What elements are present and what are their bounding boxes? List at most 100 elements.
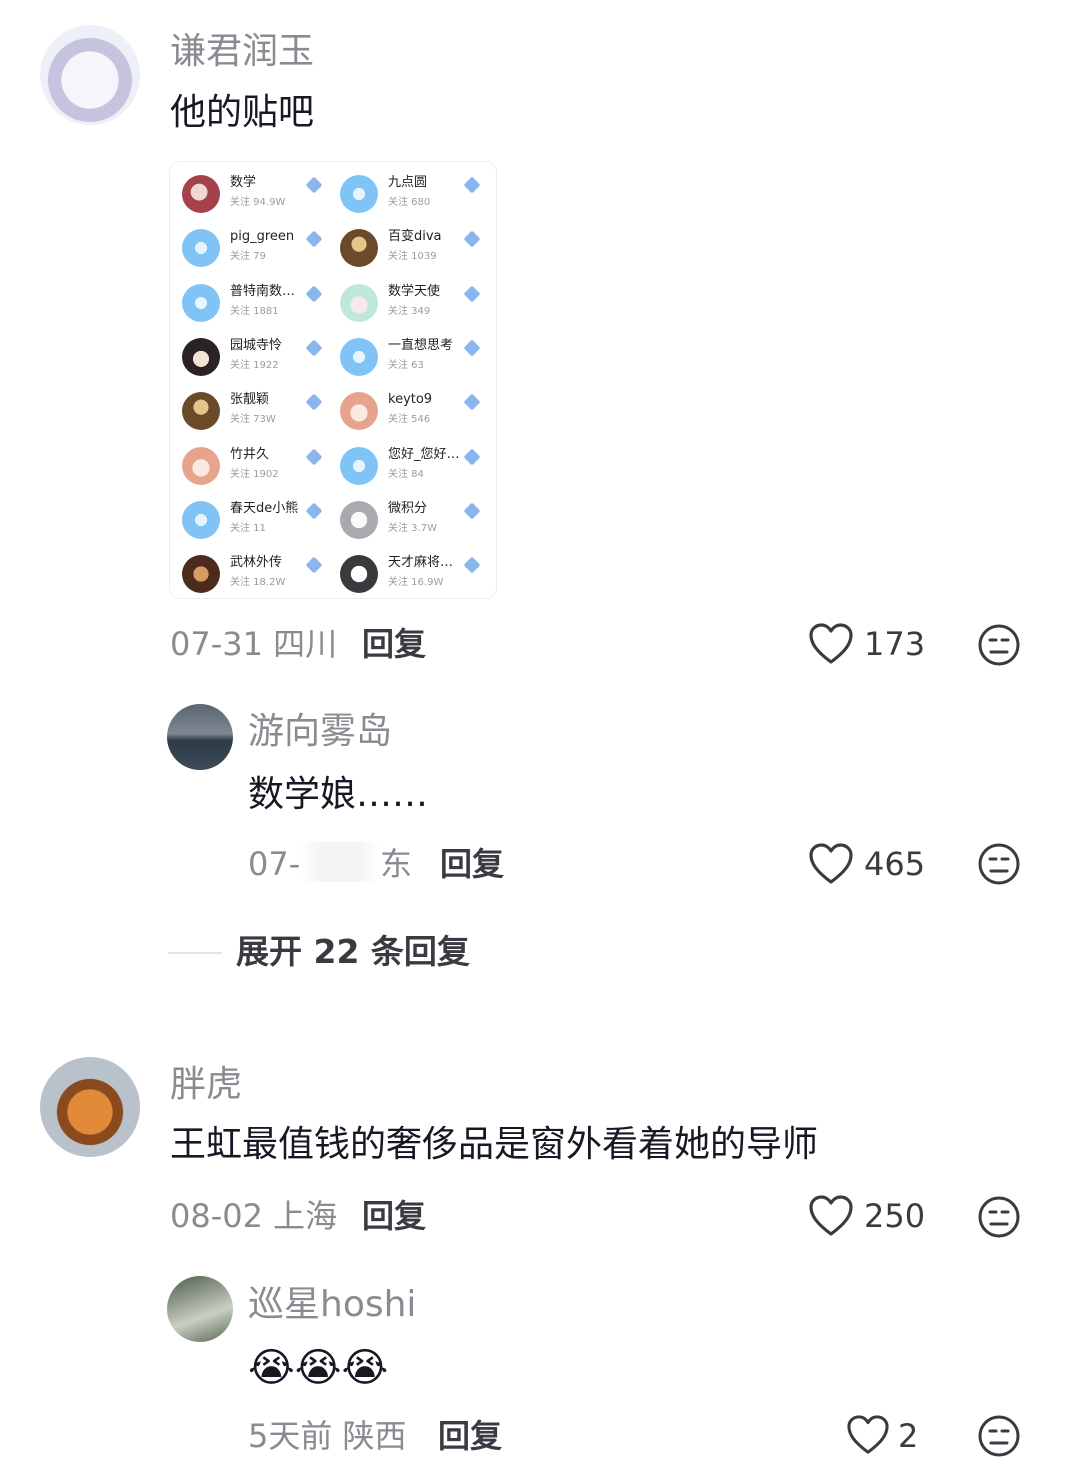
avatar[interactable] (40, 1057, 140, 1157)
attached-screenshot[interactable]: 数学关注 94.9W 九点圆关注 680 pig_green 关注 79 百变diva 关… (170, 162, 496, 598)
forum-name: 张靓颖 (230, 392, 270, 408)
forum-avatar-icon (182, 500, 220, 539)
diamond-icon (305, 393, 323, 411)
reply-button[interactable]: 回复 (362, 1196, 426, 1236)
avatar[interactable] (167, 704, 233, 770)
comment-username[interactable]: 胖虎 (170, 1063, 242, 1107)
diamond-icon (463, 556, 481, 574)
reply-button[interactable]: 回复 (440, 844, 504, 884)
forum-item: keyto9 关注 546 (328, 383, 488, 437)
diamond-icon (305, 230, 323, 248)
forum-avatar-icon (182, 283, 220, 322)
like-button[interactable] (846, 1414, 890, 1456)
forum-avatar-icon (182, 392, 220, 431)
forum-avatar-icon (340, 392, 378, 431)
forum-name: 普特南数… (230, 283, 296, 299)
forum-avatar-icon (182, 555, 220, 594)
forum-follow-count: 关注 16.9W (388, 577, 444, 589)
forum-item: 一直想思考 关注 63 (328, 329, 488, 383)
diamond-icon (305, 556, 323, 574)
forum-avatar-icon (182, 229, 220, 268)
heart-icon (809, 843, 853, 884)
forum-avatar-icon (340, 555, 378, 594)
diamond-icon (463, 502, 481, 520)
like-count: 2 (898, 1417, 919, 1455)
forum-follow-count: 关注 349 (388, 305, 431, 317)
forum-item: 园城寺怜关注 1922 (170, 329, 330, 383)
forum-item: 数学关注 94.9W (170, 166, 330, 220)
heart-icon (847, 1415, 889, 1454)
reply-date-prefix: 07- (248, 845, 301, 883)
diamond-icon (305, 285, 323, 303)
heart-icon (809, 1195, 853, 1236)
diamond-icon (305, 448, 323, 465)
forum-item: 张靓颖关注 73W (170, 383, 330, 437)
dislike-button[interactable] (977, 842, 1021, 886)
reply-button[interactable]: 回复 (362, 624, 426, 664)
neutral-face-icon (978, 1415, 1020, 1457)
reply-button[interactable]: 回复 (438, 1416, 502, 1456)
diamond-icon (463, 393, 481, 411)
diamond-icon (305, 502, 323, 520)
dislike-button[interactable] (977, 1414, 1021, 1458)
forum-follow-count: 关注 680 (388, 197, 431, 208)
forum-avatar-icon (340, 446, 378, 485)
neutral-face-icon (978, 624, 1020, 666)
reply-username[interactable]: 游向雾岛 (248, 710, 392, 754)
forum-follow-count: 关注 1039 (388, 251, 437, 263)
avatar[interactable] (167, 1276, 233, 1342)
divider (168, 952, 222, 954)
forum-avatar-icon (340, 500, 378, 539)
comment-text: 王虹最值钱的奢侈品是窗外看着她的导师 (170, 1124, 819, 1165)
diamond-icon (463, 230, 481, 248)
blurred-region (300, 842, 380, 882)
forum-follow-count: 关注 73W (230, 414, 276, 426)
heart-icon (809, 623, 853, 664)
forum-name: 数学 (230, 175, 257, 190)
forum-name: 春天de小熊 (230, 500, 299, 516)
forum-follow-count: 关注 1902 (230, 468, 279, 480)
forum-name: 数学天使 (388, 283, 441, 299)
diamond-icon (305, 339, 323, 357)
forum-follow-count: 关注 546 (388, 414, 431, 426)
dislike-button[interactable] (977, 1195, 1021, 1239)
forum-item: 微积分 关注 3.7W (328, 492, 488, 546)
dislike-button[interactable] (977, 623, 1021, 667)
forum-name: 园城寺怜 (230, 337, 283, 353)
forum-avatar-icon (182, 337, 220, 376)
forum-avatar-icon (182, 446, 220, 485)
forum-name: 天才麻将… (388, 555, 454, 571)
forum-name: 您好_您好… (388, 446, 460, 462)
reply-text: 😭😭😭 (248, 1345, 389, 1391)
reply-username[interactable]: 巡星hoshi (248, 1283, 416, 1327)
like-button[interactable] (808, 1194, 854, 1238)
forum-follow-count: 关注 94.9W (230, 197, 286, 208)
forum-name: 一直想思考 (388, 337, 454, 353)
avatar[interactable] (40, 25, 140, 125)
forum-item: 竹井久关注 1902 (170, 438, 330, 492)
neutral-face-icon (978, 843, 1020, 885)
forum-follow-count: 关注 79 (230, 251, 266, 263)
forum-name: 竹井久 (230, 446, 270, 462)
diamond-icon (305, 176, 323, 194)
forum-name: 百变diva (388, 229, 442, 245)
expand-replies-button[interactable]: 展开 22 条回复 (236, 932, 470, 972)
comment-date-location: 08-02 上海 (170, 1197, 338, 1235)
comment-date-location: 07-31 四川 (170, 625, 338, 663)
comment-username[interactable]: 谦君润玉 (170, 30, 314, 74)
like-count: 465 (864, 845, 926, 883)
like-button[interactable] (808, 622, 854, 666)
forum-item: 百变diva 关注 1039 (328, 220, 488, 274)
like-button[interactable] (808, 842, 854, 886)
forum-avatar-icon (340, 337, 378, 376)
forum-name: 九点圆 (388, 175, 428, 190)
forum-follow-count: 关注 1922 (230, 359, 279, 371)
diamond-icon (463, 285, 481, 303)
like-count: 250 (864, 1197, 926, 1235)
forum-item: 天才麻将… 关注 16.9W (328, 546, 488, 598)
forum-name: keyto9 (388, 392, 433, 408)
reply-location: 东 (380, 845, 413, 883)
reply-text: 数学娘…… (248, 774, 429, 815)
forum-follow-count: 关注 3.7W (388, 522, 437, 534)
forum-name: pig_green (230, 229, 295, 245)
